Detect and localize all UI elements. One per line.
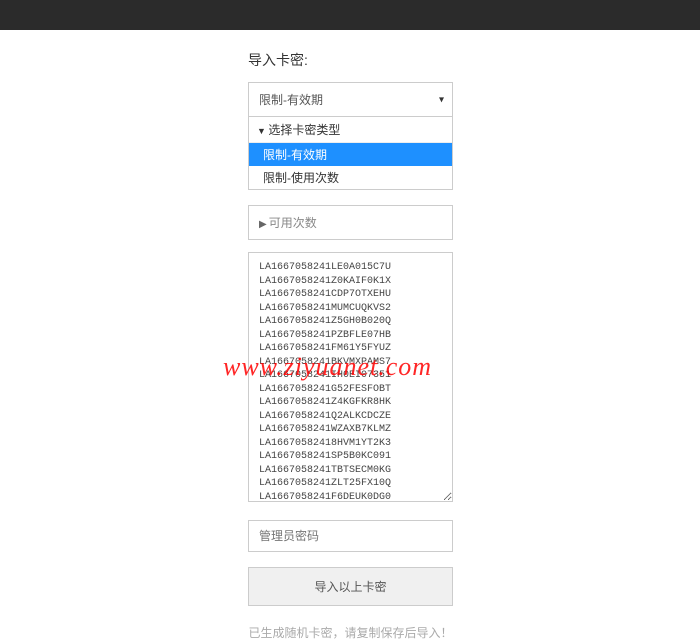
card-type-select[interactable]: 限制-有效期 bbox=[248, 82, 453, 117]
admin-password-field[interactable] bbox=[248, 520, 453, 552]
usage-count-placeholder: 可用次数 bbox=[269, 216, 317, 230]
dropdown-option-count[interactable]: 限制-使用次数 bbox=[249, 166, 452, 189]
dropdown-group-label: 选择卡密类型 bbox=[249, 117, 452, 143]
card-codes-wrapper: www.ziyuanet.com bbox=[248, 252, 453, 505]
play-icon: ▶ bbox=[259, 219, 267, 230]
usage-count-field[interactable]: ▶可用次数 bbox=[248, 205, 453, 240]
card-type-select-wrapper: 限制-有效期 选择卡密类型 限制-有效期 限制-使用次数 bbox=[248, 82, 453, 190]
header-bar bbox=[0, 0, 700, 30]
card-codes-textarea[interactable] bbox=[248, 252, 453, 502]
dropdown-option-expiry[interactable]: 限制-有效期 bbox=[249, 143, 452, 166]
page-title: 导入卡密: bbox=[248, 50, 468, 70]
import-form: 导入卡密: 限制-有效期 选择卡密类型 限制-有效期 限制-使用次数 ▶可用次数… bbox=[248, 30, 468, 641]
card-type-dropdown: 选择卡密类型 限制-有效期 限制-使用次数 bbox=[248, 117, 453, 190]
footer-message: 已生成随机卡密，请复制保存后导入！ bbox=[248, 624, 453, 641]
import-button[interactable]: 导入以上卡密 bbox=[248, 567, 453, 606]
